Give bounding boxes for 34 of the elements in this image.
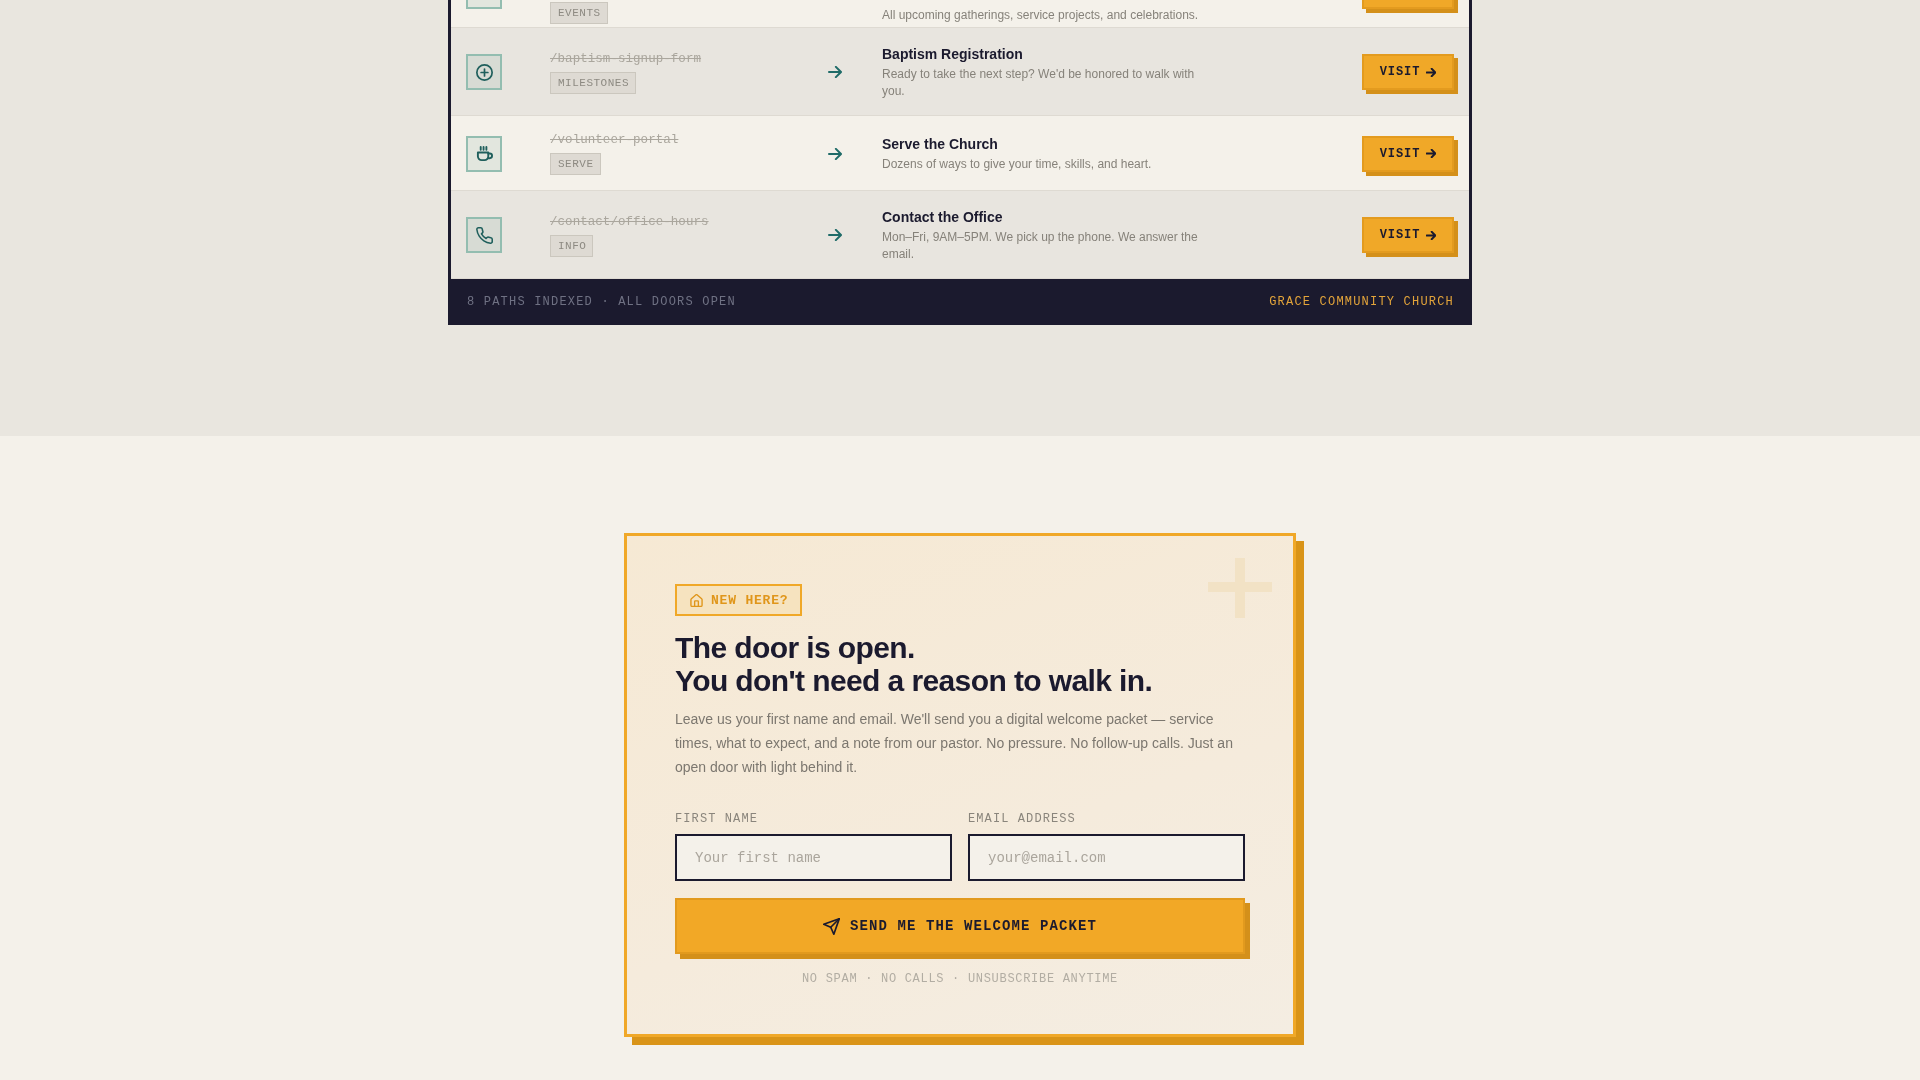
link-title: Contact the Office xyxy=(882,208,1004,227)
arrow-right-icon xyxy=(828,66,842,78)
send-icon xyxy=(822,917,840,935)
link-title: Serve the Church xyxy=(882,135,999,154)
category-tag: EVENTS xyxy=(550,2,608,24)
arrow-right-icon xyxy=(828,229,842,241)
url-path: /volunteer-portal xyxy=(550,132,679,148)
field-label: EMAIL ADDRESS xyxy=(968,812,1076,826)
arrow-right-icon xyxy=(1426,230,1437,240)
category-tag: SERVE xyxy=(550,153,601,175)
form-heading: The door is open. You don't need a reason to walk in. xyxy=(675,631,1154,697)
url-path: /baptism-signup-form xyxy=(550,50,702,67)
footer-status: 8 PATHS INDEXED · ALL DOORS OPEN xyxy=(467,295,736,309)
arrow-right-icon xyxy=(1426,149,1437,158)
url-path: /contact/office-hours xyxy=(550,213,709,230)
badge-label: NEW HERE? xyxy=(711,592,789,608)
cup-icon xyxy=(466,135,502,172)
fine-print: NO SPAM · NO CALLS · UNSUBSCRIBE ANYTIME xyxy=(800,972,1119,986)
category-tag: INFO xyxy=(550,234,594,257)
arrow-right-icon xyxy=(828,147,842,160)
link-description: Ready to take the next step? We'd be honored to walk with you. xyxy=(882,66,1196,100)
arrow-right-icon xyxy=(1426,67,1437,77)
input-field[interactable]: Your first name xyxy=(675,834,952,881)
church-name: GRACE COMMUNITY CHURCH xyxy=(1269,295,1454,309)
link-description: All upcoming gatherings, service projects, and celebrations. xyxy=(882,7,1200,24)
link-description: Dozens of ways to give your time, skills, and heart. xyxy=(882,156,1153,173)
input-field[interactable]: your@email.com xyxy=(968,834,1245,881)
link-description: Mon–Fri, 9AM–5PM. We pick up the phone. We answer the email. xyxy=(882,229,1199,263)
intro-text: Leave us your first name and email. We'll send you a digital welcome packet — service times, what to expect, and a note from our pastor. No pressure. No follow-up calls. Just an open door with light behind it. xyxy=(675,710,1234,777)
phone-icon xyxy=(466,217,502,253)
field-label: FIRST NAME xyxy=(675,812,758,826)
category-tag: MILESTONES xyxy=(550,71,636,94)
link-title: Baptism Registration xyxy=(882,45,1024,64)
home-icon xyxy=(690,593,703,607)
